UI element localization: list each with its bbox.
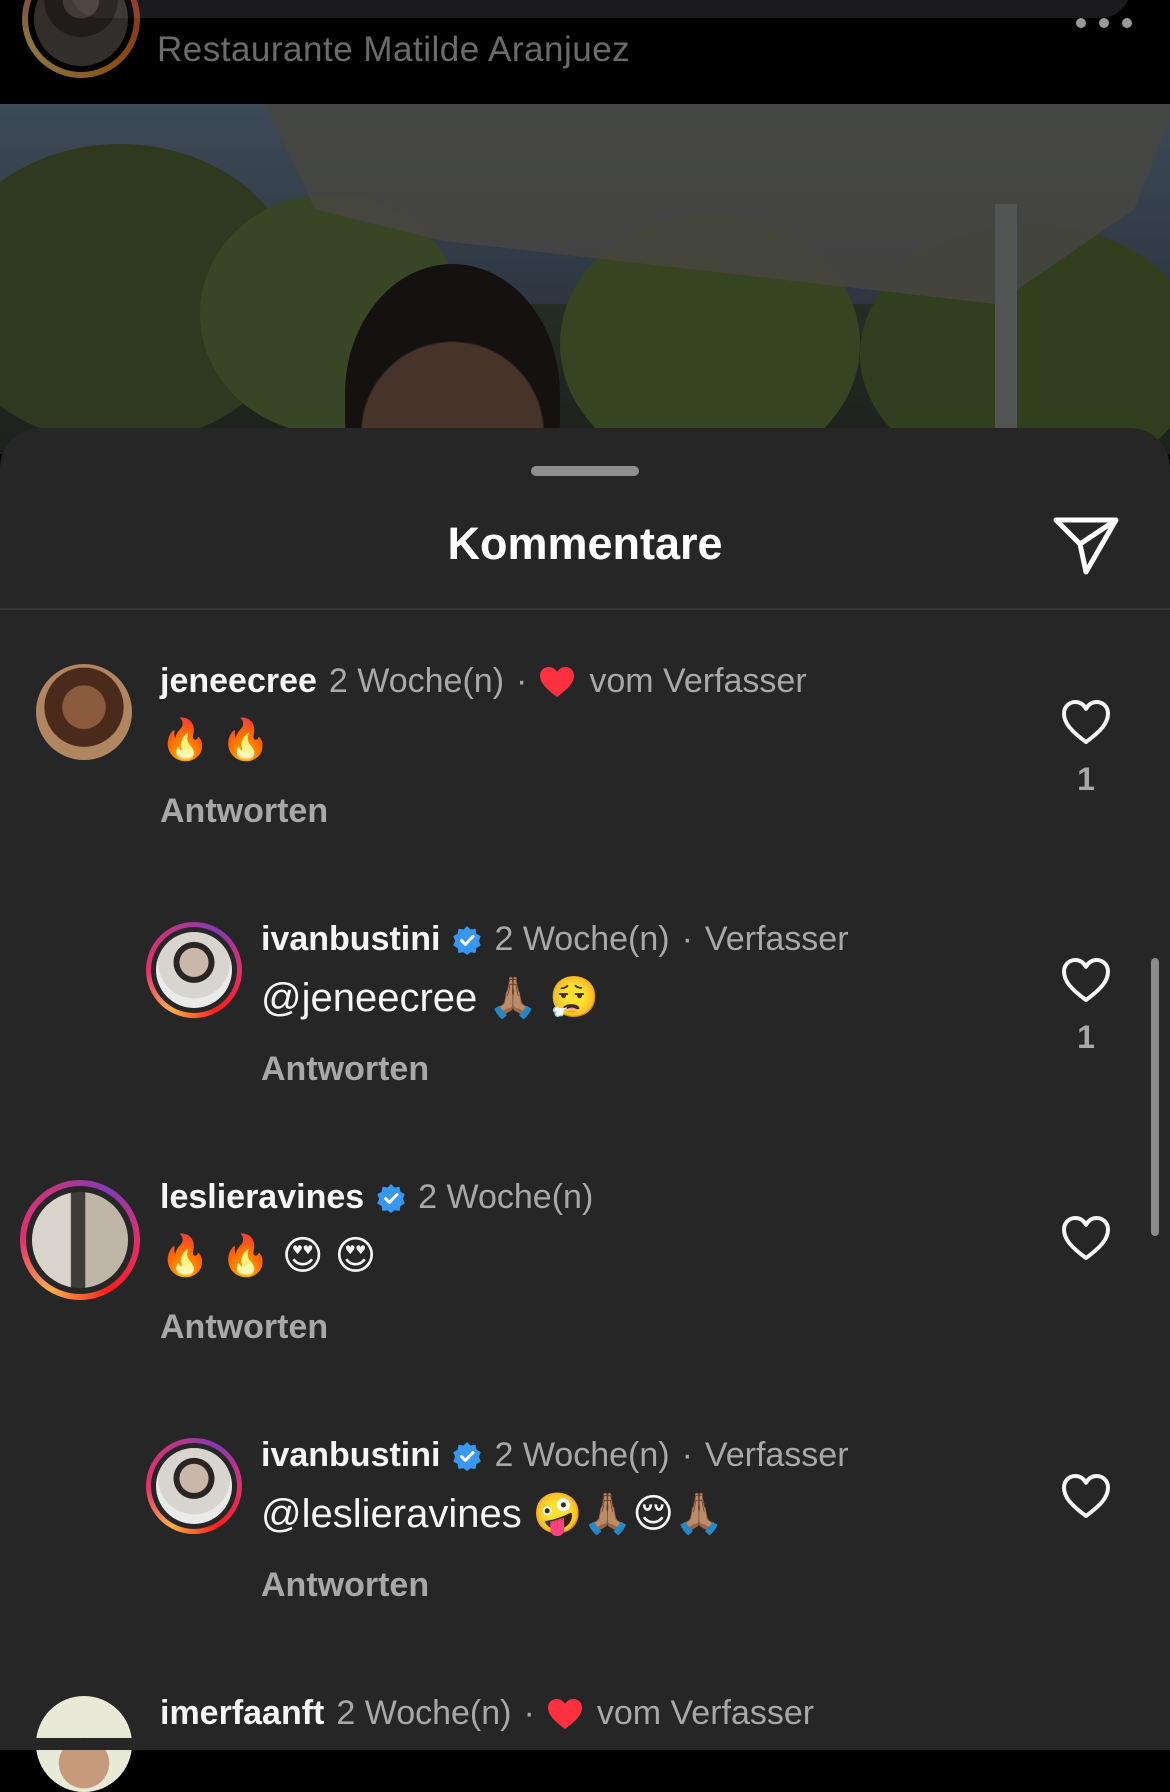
separator-dot: · bbox=[516, 662, 528, 700]
comment-username[interactable]: jeneecree bbox=[160, 662, 317, 701]
author-label: Verfasser bbox=[704, 1436, 849, 1474]
reply-button[interactable]: Antworten bbox=[160, 1308, 328, 1347]
like-count: 1 bbox=[1077, 1019, 1095, 1055]
comments-sheet: Kommentare jeneecree 2 Woche(n) · vom Ve… bbox=[0, 428, 1170, 1792]
post-header: Restaurante Matilde Aranjuez bbox=[0, 0, 1170, 104]
like-count: 1 bbox=[1077, 761, 1095, 797]
verified-badge-icon bbox=[377, 1183, 405, 1213]
avatar[interactable] bbox=[36, 664, 132, 760]
heart-outline-icon[interactable] bbox=[1060, 956, 1112, 1004]
story-ring[interactable] bbox=[146, 1438, 242, 1534]
comment-time: 2 Woche(n) bbox=[494, 920, 670, 958]
comment-text: 🔥 🔥 bbox=[160, 718, 271, 762]
heart-outline-icon[interactable] bbox=[1060, 698, 1112, 746]
verified-badge-icon bbox=[453, 1441, 482, 1471]
comment-text: @jeneecree 🙏🏽 😮‍💨 bbox=[261, 976, 600, 1020]
reply-button[interactable]: Antworten bbox=[261, 1566, 429, 1605]
comment-time: 2 Woche(n) bbox=[328, 662, 505, 700]
separator-dot: · bbox=[523, 1694, 535, 1732]
comment-time: 2 Woche(n) bbox=[336, 1694, 512, 1732]
author-liked-label: vom Verfasser bbox=[596, 1694, 815, 1732]
author-label: Verfasser bbox=[704, 920, 849, 958]
story-ring[interactable] bbox=[20, 1180, 140, 1300]
comment-time: 2 Woche(n) bbox=[494, 1436, 670, 1474]
heart-filled-icon bbox=[540, 666, 575, 697]
post-location[interactable]: Restaurante Matilde Aranjuez bbox=[157, 30, 630, 70]
comment-time: 2 Woche(n) bbox=[418, 1178, 594, 1216]
heart-outline-icon[interactable] bbox=[1060, 1214, 1112, 1262]
comment-text: 🔥 🔥 😍 😍 bbox=[160, 1234, 377, 1278]
avatar bbox=[156, 1448, 232, 1524]
comment-username[interactable]: imerfaanft bbox=[160, 1694, 324, 1733]
header-pill bbox=[70, 0, 1130, 18]
story-ring[interactable] bbox=[146, 922, 242, 1018]
comment-username[interactable]: leslieravines bbox=[160, 1178, 364, 1217]
separator-dot: · bbox=[681, 1436, 693, 1474]
comment-username[interactable]: ivanbustini bbox=[261, 920, 440, 959]
author-liked-label: vom Verfasser bbox=[589, 662, 807, 700]
post-author-avatar[interactable] bbox=[22, 0, 140, 78]
avatar bbox=[32, 1192, 128, 1288]
more-horizontal-icon[interactable] bbox=[1076, 14, 1132, 32]
separator-dot: · bbox=[681, 920, 693, 958]
heart-filled-icon bbox=[547, 1698, 582, 1729]
post-photo bbox=[0, 104, 1170, 454]
reply-button[interactable]: Antworten bbox=[160, 792, 328, 831]
comment-username[interactable]: ivanbustini bbox=[261, 1436, 440, 1475]
verified-badge-icon bbox=[453, 925, 482, 955]
sheet-title: Kommentare bbox=[447, 518, 723, 569]
comment-text: @leslieravines 🤪🙏🏽😌🙏🏽 bbox=[261, 1492, 724, 1536]
reply-button[interactable]: Antworten bbox=[261, 1050, 429, 1089]
drag-handle[interactable] bbox=[531, 466, 639, 476]
avatar bbox=[156, 932, 232, 1008]
send-icon[interactable] bbox=[1050, 510, 1122, 582]
heart-outline-icon[interactable] bbox=[1060, 1472, 1112, 1520]
scrollbar[interactable] bbox=[1151, 958, 1159, 1236]
sheet-divider bbox=[0, 608, 1170, 610]
